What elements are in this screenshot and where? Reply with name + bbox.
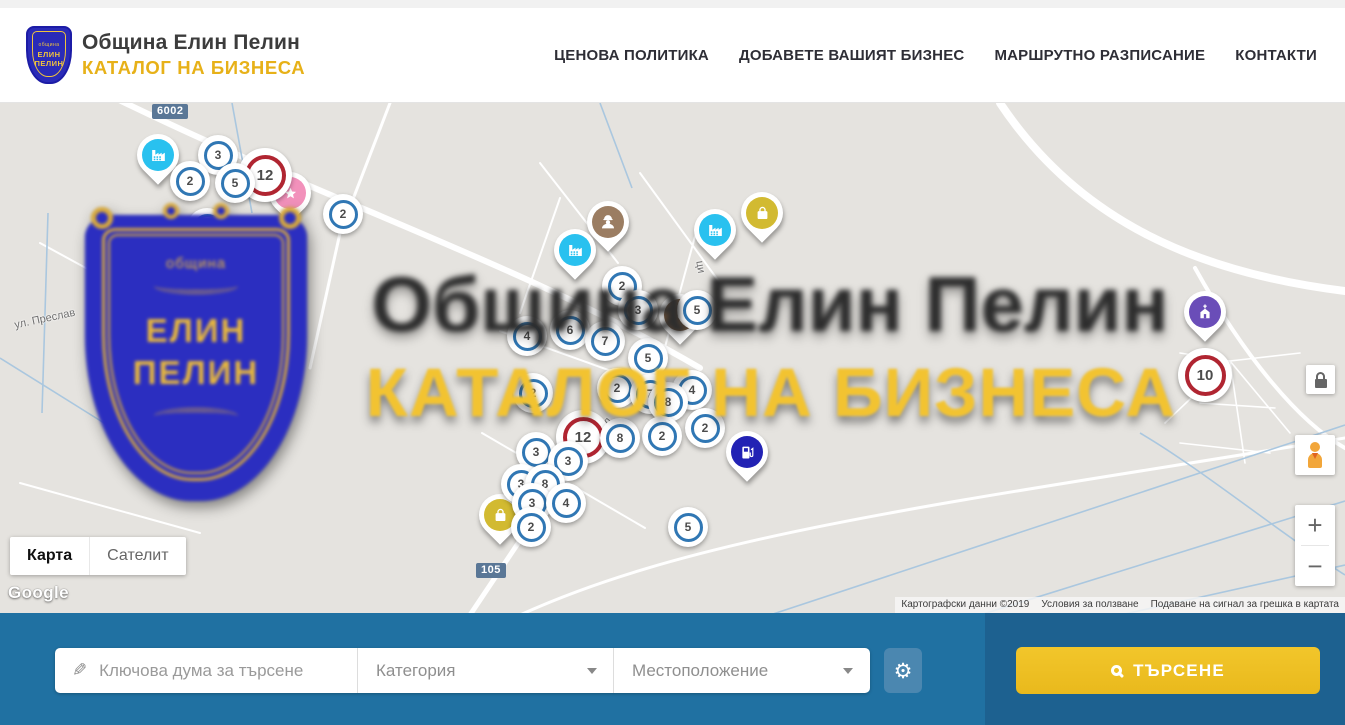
- road-number-badge: 105: [476, 563, 506, 578]
- cluster-marker[interactable]: 2: [170, 161, 210, 201]
- search-fields-group: ✎ Категория Местоположение: [55, 648, 870, 693]
- shopping-bag-icon: [491, 506, 510, 525]
- worker-icon: [598, 212, 618, 232]
- logo-text-line2: ПЕЛИН: [35, 59, 64, 68]
- header: община ЕЛИН ПЕЛИН Община Елин Пелин КАТА…: [0, 8, 1345, 103]
- crest-flourish: [154, 408, 238, 424]
- crest-ornament: [163, 203, 179, 219]
- logo-text-line1: ЕЛИН: [37, 50, 60, 59]
- search-button-label: ТЪРСЕНЕ: [1133, 661, 1225, 681]
- attribution-link[interactable]: Подаване на сигнал за грешка в картата: [1145, 597, 1345, 613]
- map-pin[interactable]: [726, 431, 768, 473]
- watermark-crest: община ЕЛИН ПЕЛИН: [85, 215, 307, 501]
- gear-icon: ⚙: [894, 659, 913, 683]
- crest-text-top: община: [166, 255, 226, 272]
- map-pin[interactable]: [741, 192, 783, 234]
- watermark-title: Община Елин Пелин: [330, 259, 1210, 350]
- cluster-marker[interactable]: 5: [215, 163, 255, 203]
- keyword-input[interactable]: [99, 661, 347, 681]
- shopping-bag-icon: [753, 204, 772, 223]
- brand[interactable]: община ЕЛИН ПЕЛИН Община Елин Пелин КАТА…: [26, 26, 305, 84]
- location-select-label: Местоположение: [632, 661, 768, 681]
- crest-text-line1: ЕЛИН: [146, 310, 247, 352]
- zoom-controls: + −: [1295, 505, 1335, 586]
- site-subtitle: КАТАЛОГ НА БИЗНЕСА: [82, 57, 305, 79]
- cluster-marker[interactable]: 2: [511, 507, 551, 547]
- road-number-badge: 6002: [152, 104, 188, 119]
- location-select[interactable]: Местоположение: [613, 648, 869, 693]
- main-nav: ЦЕНОВА ПОЛИТИКА ДОБАВЕТЕ ВАШИЯТ БИЗНЕС М…: [554, 47, 1317, 64]
- cluster-marker[interactable]: 4: [546, 483, 586, 523]
- lock-button[interactable]: [1306, 365, 1335, 394]
- factory-icon: [706, 221, 725, 240]
- google-logo[interactable]: Google: [8, 583, 69, 603]
- attribution-link[interactable]: Условия за ползване: [1035, 597, 1144, 613]
- crest-ornament: [91, 207, 113, 229]
- search-bar: ТЪРСЕНЕ ✎ Категория Местоположение ⚙: [0, 613, 1345, 725]
- factory-icon: [149, 146, 168, 165]
- category-select[interactable]: Категория: [357, 648, 613, 693]
- nav-add-business[interactable]: ДОБАВЕТЕ ВАШИЯТ БИЗНЕС: [739, 47, 964, 64]
- search-icon: [1111, 665, 1122, 676]
- map-type-satellite-button[interactable]: Сателит: [89, 537, 185, 575]
- map-type-toggle: Карта Сателит: [10, 537, 186, 575]
- pegman-button[interactable]: [1295, 435, 1335, 475]
- fuel-icon: [738, 443, 757, 462]
- logo-text-top: община: [38, 42, 59, 48]
- chevron-down-icon: [843, 668, 853, 674]
- attribution-text: Картографски данни ©2019: [895, 597, 1035, 613]
- nav-route-schedule[interactable]: МАРШРУТНО РАЗПИСАНИЕ: [994, 47, 1205, 64]
- map-attribution: Картографски данни ©2019Условия за ползв…: [895, 597, 1345, 613]
- municipality-logo: община ЕЛИН ПЕЛИН: [26, 26, 72, 84]
- crest-text-line2: ПЕЛИН: [133, 352, 259, 394]
- search-button[interactable]: ТЪРСЕНЕ: [1016, 647, 1320, 694]
- factory-icon: [566, 241, 585, 260]
- cluster-marker[interactable]: 2: [323, 194, 363, 234]
- nav-pricing-policy[interactable]: ЦЕНОВА ПОЛИТИКА: [554, 47, 709, 64]
- keyword-segment: ✎: [55, 648, 357, 693]
- chevron-down-icon: [587, 668, 597, 674]
- nav-contacts[interactable]: КОНТАКТИ: [1235, 47, 1317, 64]
- crest-ornament: [279, 207, 301, 229]
- map-pin[interactable]: [694, 209, 736, 251]
- pegman-icon: [1310, 442, 1320, 452]
- category-select-label: Категория: [376, 661, 455, 681]
- crest-flourish: [154, 278, 238, 294]
- pencil-icon: ✎: [72, 660, 87, 681]
- search-bar-right-panel: ТЪРСЕНЕ: [985, 613, 1345, 725]
- zoom-out-button[interactable]: −: [1295, 546, 1335, 586]
- site-title: Община Елин Пелин: [82, 31, 305, 55]
- cluster-marker[interactable]: 5: [668, 507, 708, 547]
- lock-icon: [1316, 372, 1325, 379]
- page-top-strip: [0, 0, 1345, 8]
- map-canvas[interactable]: 3122522235647510242782212833383425 60021…: [0, 103, 1345, 613]
- map-type-map-button[interactable]: Карта: [10, 537, 89, 575]
- watermark-subtitle: КАТАЛОГ НА БИЗНЕСА: [336, 353, 1206, 432]
- crest-ornament: [213, 203, 229, 219]
- zoom-in-button[interactable]: +: [1295, 505, 1335, 545]
- advanced-settings-button[interactable]: ⚙: [884, 648, 922, 693]
